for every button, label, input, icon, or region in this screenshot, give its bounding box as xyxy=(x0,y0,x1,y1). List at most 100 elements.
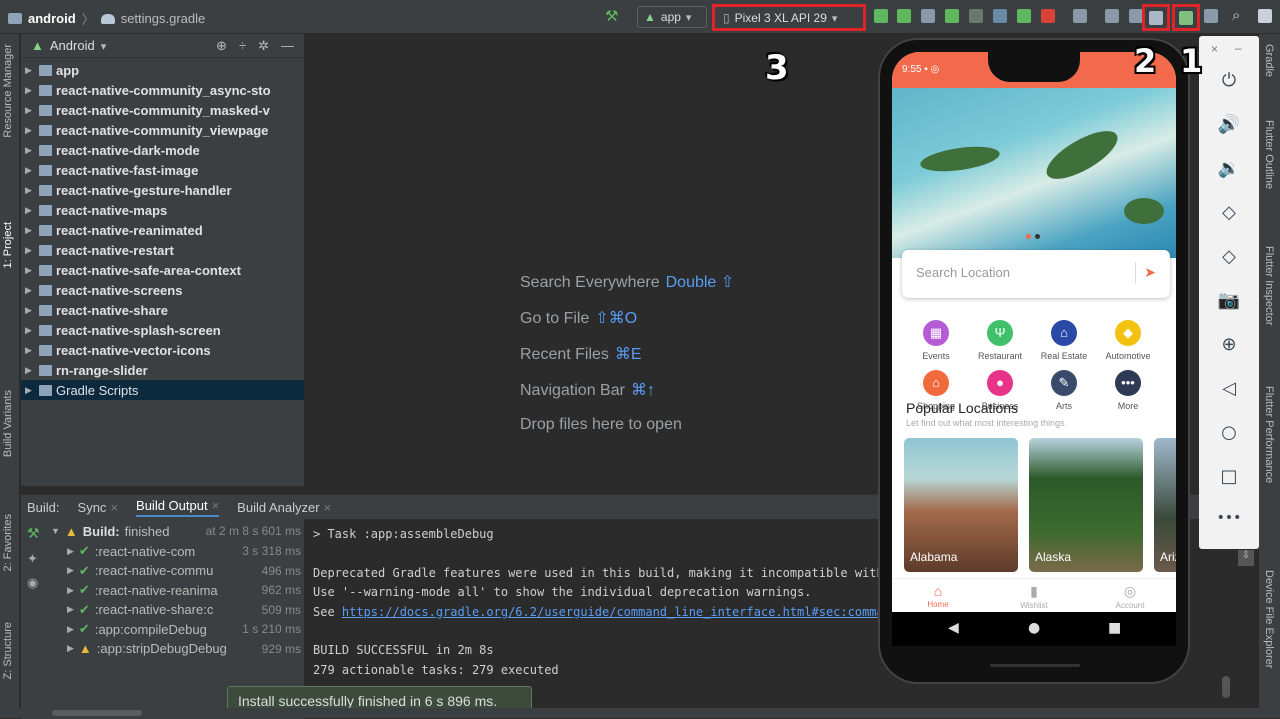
tab-build-output[interactable]: Build Output × xyxy=(136,498,220,517)
avd-manager-icon[interactable] xyxy=(1179,11,1193,25)
navigation-arrow-icon[interactable]: ➤ xyxy=(1144,264,1156,281)
device-manager-icon[interactable] xyxy=(1129,9,1143,23)
download-icon[interactable]: ⇩ xyxy=(1238,550,1254,566)
apply-code-icon[interactable] xyxy=(921,9,935,23)
build-task-row[interactable]: ▶ ✔:react-native-com 3 s 318 ms xyxy=(67,541,301,561)
nav-wishlist[interactable]: ▮ Wishlist xyxy=(1004,583,1064,610)
chevron-right-icon[interactable]: ▶ xyxy=(25,285,39,296)
project-view-select[interactable]: Android xyxy=(50,38,95,53)
category-item[interactable]: ✎ Arts xyxy=(1034,370,1094,411)
profile-icon[interactable] xyxy=(993,9,1007,23)
back-icon[interactable]: ◀ xyxy=(948,620,959,636)
volume-down-icon[interactable]: 🔉 xyxy=(1199,158,1259,188)
collapse-icon[interactable]: ÷ xyxy=(239,38,246,54)
build-task-row[interactable]: ▶ ▲:app:stripDebugDebug 929 ms xyxy=(67,639,301,659)
chevron-right-icon[interactable]: ▶ xyxy=(25,325,39,336)
chevron-right-icon[interactable]: ▶ xyxy=(25,125,39,136)
build-task-row[interactable]: ▶ ✔:react-native-share:c 509 ms xyxy=(67,600,301,620)
hammer-icon[interactable]: ⚒ xyxy=(27,525,40,542)
rotate-left-icon[interactable]: ◇ xyxy=(1199,202,1259,232)
chevron-right-icon[interactable]: ▶ xyxy=(25,165,39,176)
chevron-right-icon[interactable]: ▶ xyxy=(25,365,39,376)
chevron-right-icon[interactable]: ▶ xyxy=(25,225,39,236)
tree-item-module[interactable]: ▶ react-native-reanimated xyxy=(21,220,304,240)
tree-item-module[interactable]: ▶ react-native-community_masked-v xyxy=(21,100,304,120)
rerun-icon[interactable] xyxy=(874,9,888,23)
tab-build-analyzer[interactable]: Build Analyzer × xyxy=(237,500,331,515)
scrollbar[interactable] xyxy=(52,710,142,716)
chevron-right-icon[interactable]: ▶ xyxy=(25,185,39,196)
tree-item-module[interactable]: ▶ react-native-community_viewpage xyxy=(21,120,304,140)
locate-icon[interactable]: ⊕ xyxy=(216,38,227,54)
tree-item-module[interactable]: ▶ react-native-screens xyxy=(21,280,304,300)
gear-icon[interactable]: ✲ xyxy=(258,38,269,54)
pin-icon[interactable]: ✦ xyxy=(27,551,38,567)
tab-resource-manager[interactable]: Resource Manager xyxy=(2,44,14,138)
chevron-right-icon[interactable]: ▶ xyxy=(25,205,39,216)
tree-item-module[interactable]: ▶ react-native-gesture-handler xyxy=(21,180,304,200)
carousel-dot[interactable] xyxy=(1035,234,1040,239)
recents-icon[interactable]: ■ xyxy=(1108,620,1121,636)
location-card[interactable]: Alaska xyxy=(1029,438,1143,572)
stop-icon[interactable] xyxy=(1041,9,1055,23)
scrollbar[interactable] xyxy=(1222,676,1230,698)
tab-structure[interactable]: Z: Structure xyxy=(2,622,14,679)
zoom-icon[interactable]: ⊕ xyxy=(1199,334,1259,364)
tab-flutter-performance[interactable]: Flutter Performance xyxy=(1263,386,1275,483)
tree-item-module[interactable]: ▶ app xyxy=(21,60,304,80)
close-icon[interactable]: × xyxy=(212,498,220,513)
tab-gradle[interactable]: Gradle xyxy=(1263,44,1275,77)
chevron-right-icon[interactable]: ▶ xyxy=(25,145,39,156)
hammer-icon[interactable]: ⚒ xyxy=(605,7,619,25)
tab-favorites[interactable]: 2: Favorites xyxy=(2,514,14,571)
chevron-right-icon[interactable]: ▶ xyxy=(25,385,39,396)
debug-icon[interactable] xyxy=(945,9,959,23)
breadcrumb-file[interactable]: settings.gradle xyxy=(121,11,206,26)
tree-item-module[interactable]: ▶ react-native-fast-image xyxy=(21,160,304,180)
minimize-icon[interactable]: – xyxy=(1235,41,1242,55)
run-config-select[interactable]: ▲ app xyxy=(637,6,707,28)
apply-changes-icon[interactable] xyxy=(897,9,911,23)
category-item[interactable]: ••• More xyxy=(1098,370,1158,411)
home-circle-icon[interactable]: ● xyxy=(1028,620,1040,636)
tree-item-module[interactable]: ▶ react-native-share xyxy=(21,300,304,320)
location-card[interactable]: Ariz xyxy=(1154,438,1176,572)
category-item[interactable]: Ψ Restaurant xyxy=(970,320,1030,361)
chevron-right-icon[interactable]: ▶ xyxy=(25,105,39,116)
close-icon[interactable]: × xyxy=(324,500,332,515)
sync-icon[interactable] xyxy=(1073,9,1087,23)
carousel-dot[interactable] xyxy=(1026,234,1031,239)
breadcrumb-project[interactable]: android xyxy=(28,11,76,26)
close-icon[interactable]: × xyxy=(110,500,118,515)
overview-icon[interactable]: □ xyxy=(1199,466,1259,496)
tree-item-module[interactable]: ▶ rn-range-slider xyxy=(21,360,304,380)
scrollbar[interactable] xyxy=(1221,551,1227,671)
attach-debugger-icon[interactable] xyxy=(1017,9,1031,23)
close-icon[interactable]: × xyxy=(1211,42,1218,56)
chevron-right-icon[interactable]: ▶ xyxy=(25,65,39,76)
tab-project[interactable]: 1: Project xyxy=(2,222,14,268)
tab-sync[interactable]: Sync × xyxy=(78,500,119,515)
hide-icon[interactable]: — xyxy=(281,38,294,54)
gradle-elephant-icon[interactable] xyxy=(1204,9,1218,23)
category-item[interactable]: ⌂ Real Estate xyxy=(1034,320,1094,361)
avatar[interactable] xyxy=(1258,9,1272,23)
tree-item-module[interactable]: ▶ react-native-splash-screen xyxy=(21,320,304,340)
eye-icon[interactable]: ◉ xyxy=(27,575,38,591)
chevron-right-icon[interactable]: ▶ xyxy=(25,85,39,96)
tree-item-module[interactable]: ▶ react-native-community_async-sto xyxy=(21,80,304,100)
build-task-row[interactable]: ▶ ✔:app:compileDebug 1 s 210 ms xyxy=(67,619,301,639)
tab-device-file-explorer[interactable]: Device File Explorer xyxy=(1263,570,1275,668)
sdk-manager-icon[interactable] xyxy=(1149,11,1163,25)
tab-flutter-outline[interactable]: Flutter Outline xyxy=(1263,120,1275,189)
gradle-docs-link[interactable]: https://docs.gradle.org/6.2/userguide/co… xyxy=(342,605,883,619)
nav-home[interactable]: ⌂ Home xyxy=(908,583,968,609)
home-icon[interactable]: ○ xyxy=(1199,422,1259,452)
rotate-right-icon[interactable]: ◇ xyxy=(1199,246,1259,276)
build-root-row[interactable]: ▼ ▲ Build: finished at 2 m 8 s 601 ms xyxy=(51,521,301,541)
more-icon[interactable]: ••• xyxy=(1199,510,1259,540)
tree-item-module[interactable]: ▶ react-native-safe-area-context xyxy=(21,260,304,280)
search-location-input[interactable]: Search Location ➤ xyxy=(902,250,1170,298)
volume-up-icon[interactable]: 🔊 xyxy=(1199,114,1259,144)
layout-inspector-icon[interactable] xyxy=(1105,9,1119,23)
